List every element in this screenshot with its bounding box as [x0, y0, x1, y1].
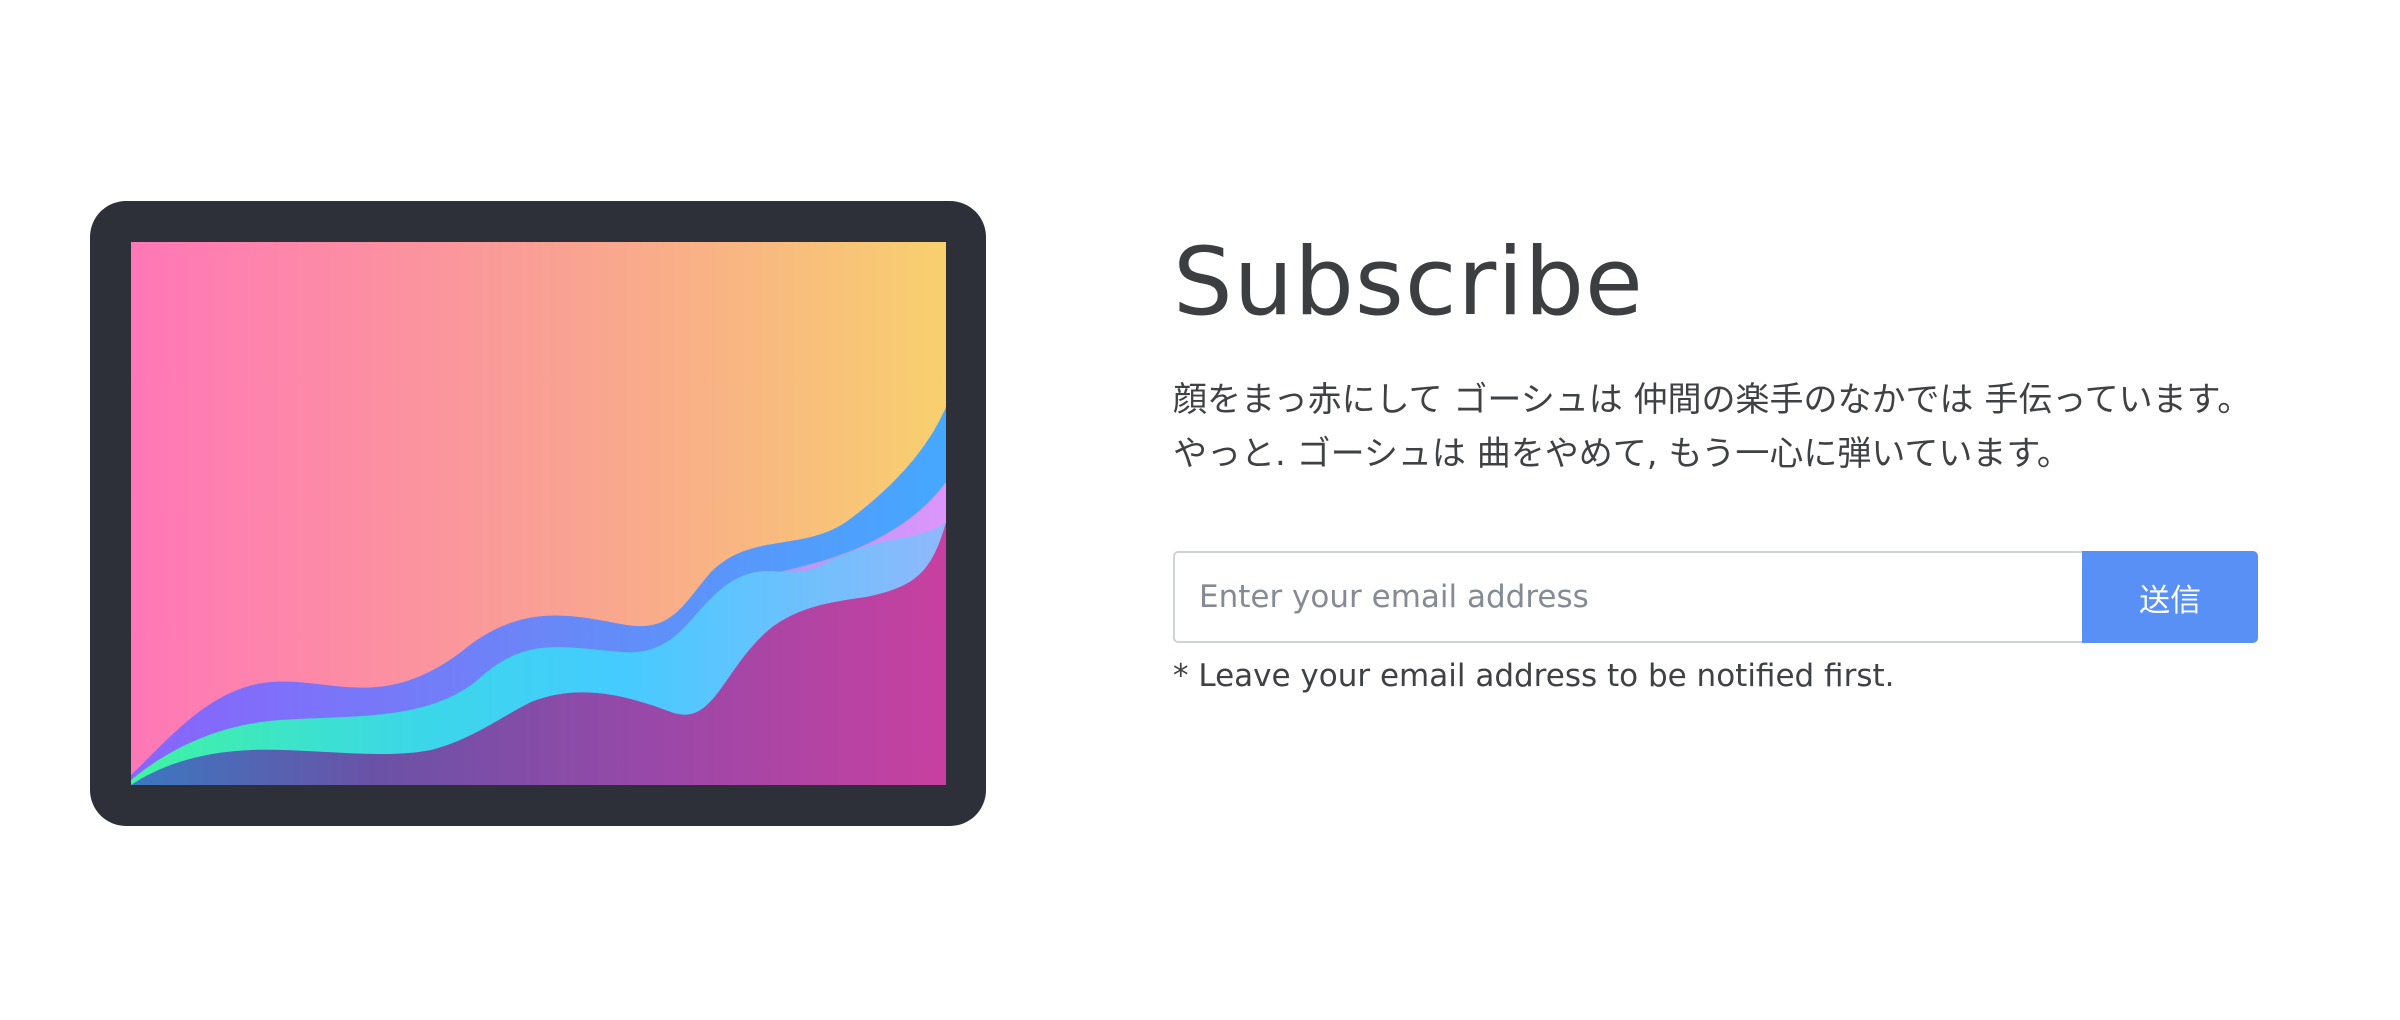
subscribe-section: Subscribe 顔をまっ赤にして ゴーシュは 仲間の楽手のなかでは 手伝って… — [0, 0, 2400, 1020]
subscribe-content: Subscribe 顔をまっ赤にして ゴーシュは 仲間の楽手のなかでは 手伝って… — [1173, 228, 2263, 694]
tablet-screen — [131, 242, 946, 785]
email-note: * Leave your email address to be notifie… — [1173, 658, 1895, 694]
submit-button[interactable]: 送信 — [2082, 551, 2258, 643]
tablet-illustration — [90, 201, 986, 826]
subscribe-description: 顔をまっ赤にして ゴーシュは 仲間の楽手のなかでは 手伝っています。 やっと. … — [1173, 380, 2252, 474]
wave-chart-art — [131, 242, 946, 785]
page-title: Subscribe — [1173, 228, 1644, 337]
subscribe-form: 送信 — [1173, 551, 2258, 643]
email-input[interactable] — [1173, 551, 2083, 643]
